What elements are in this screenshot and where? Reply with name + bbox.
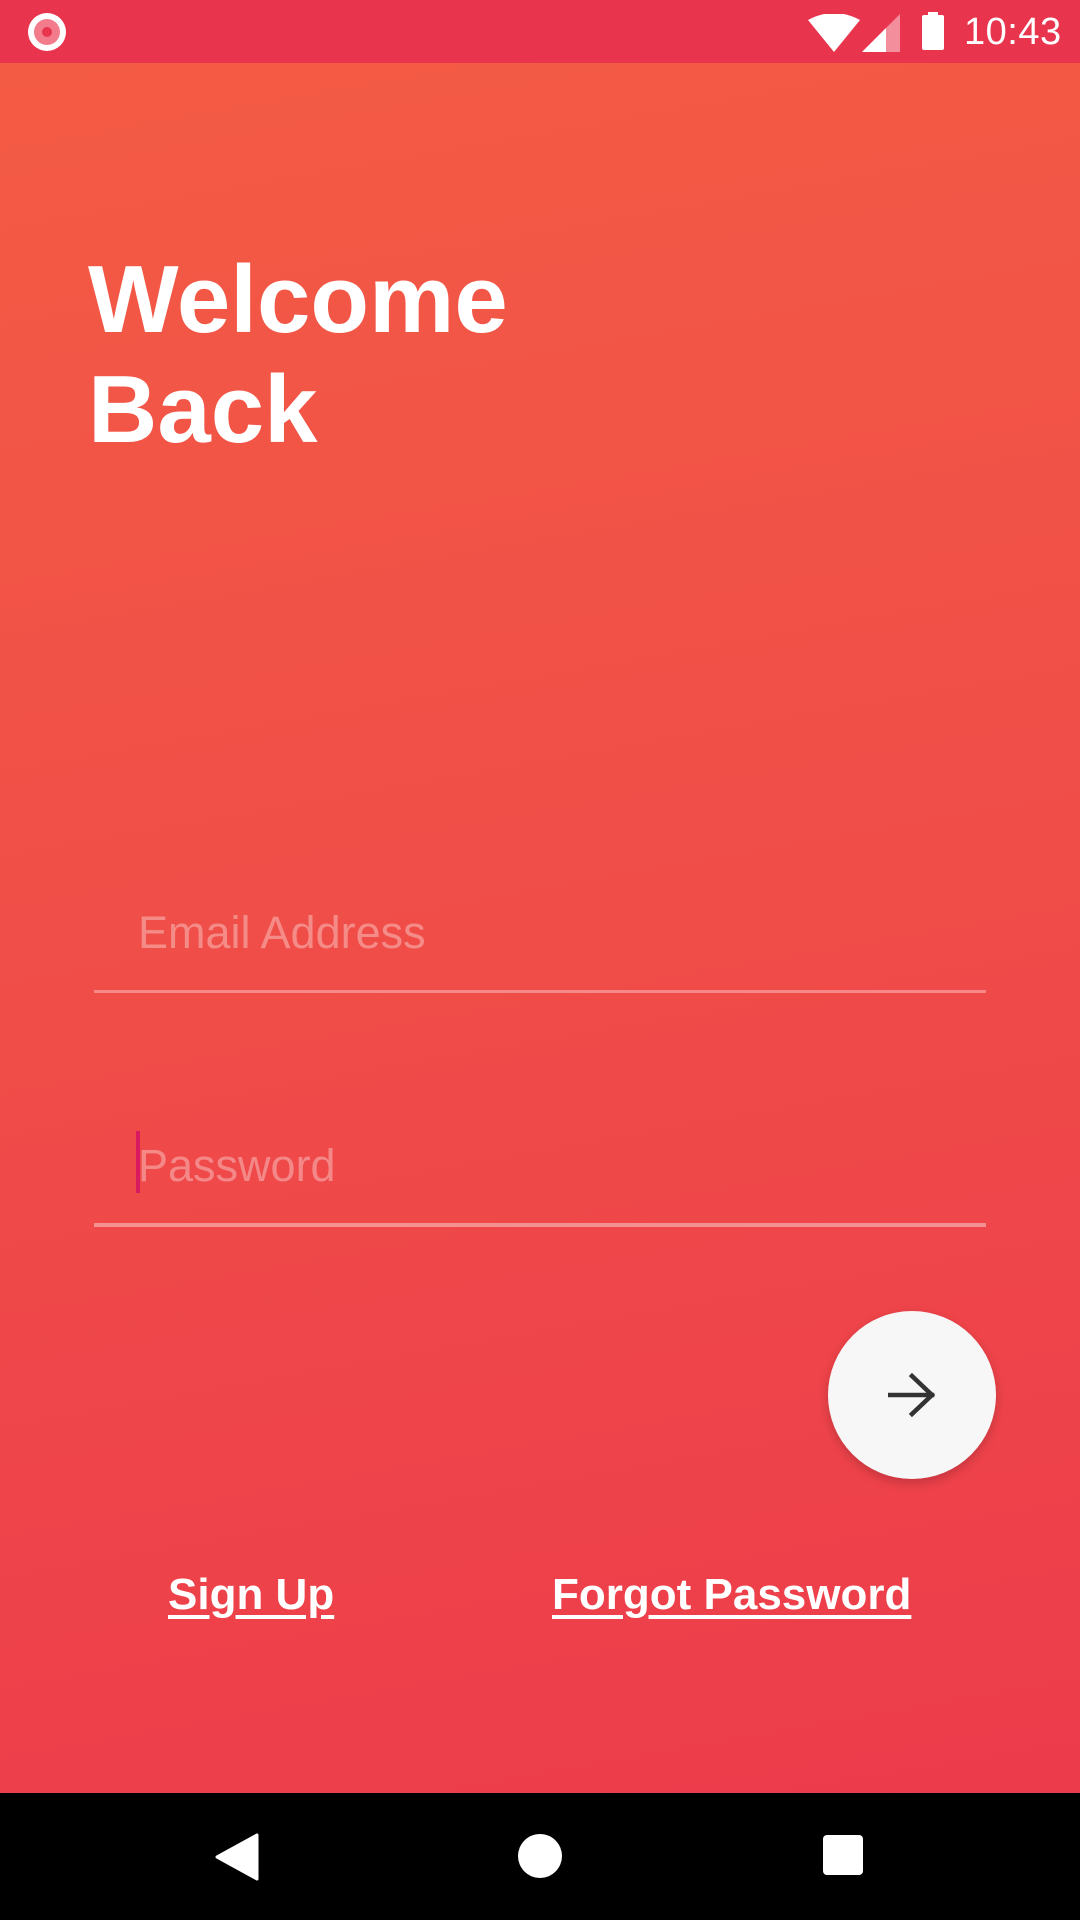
- cellular-signal-icon: [862, 14, 900, 52]
- email-field: [94, 898, 986, 993]
- password-field: [94, 1131, 986, 1227]
- email-input[interactable]: [94, 898, 986, 968]
- title-line-2: Back: [88, 356, 318, 463]
- screen-record-icon: [28, 13, 66, 51]
- navigation-bar: [0, 1793, 1080, 1920]
- home-icon[interactable]: [518, 1834, 562, 1878]
- text-caret: [136, 1131, 140, 1193]
- arrow-right-icon: [888, 1373, 936, 1417]
- status-time: 10:43: [964, 11, 1062, 53]
- forgot-password-link[interactable]: Forgot Password: [552, 1570, 911, 1620]
- recents-icon[interactable]: [823, 1835, 863, 1875]
- submit-button[interactable]: [828, 1311, 996, 1479]
- battery-icon: [922, 12, 944, 50]
- password-input[interactable]: [94, 1131, 986, 1201]
- email-underline: [94, 990, 986, 993]
- wifi-icon: [808, 14, 860, 52]
- sign-up-link[interactable]: Sign Up: [168, 1570, 334, 1620]
- status-bar: 10:43: [0, 0, 1080, 63]
- title-line-1: Welcome: [88, 246, 508, 353]
- page-title: Welcome Back: [88, 245, 508, 465]
- login-screen: 10:43 Welcome Back Sign Up Forgot Passwo…: [0, 0, 1080, 1920]
- password-underline: [94, 1223, 986, 1227]
- back-icon[interactable]: [215, 1833, 259, 1881]
